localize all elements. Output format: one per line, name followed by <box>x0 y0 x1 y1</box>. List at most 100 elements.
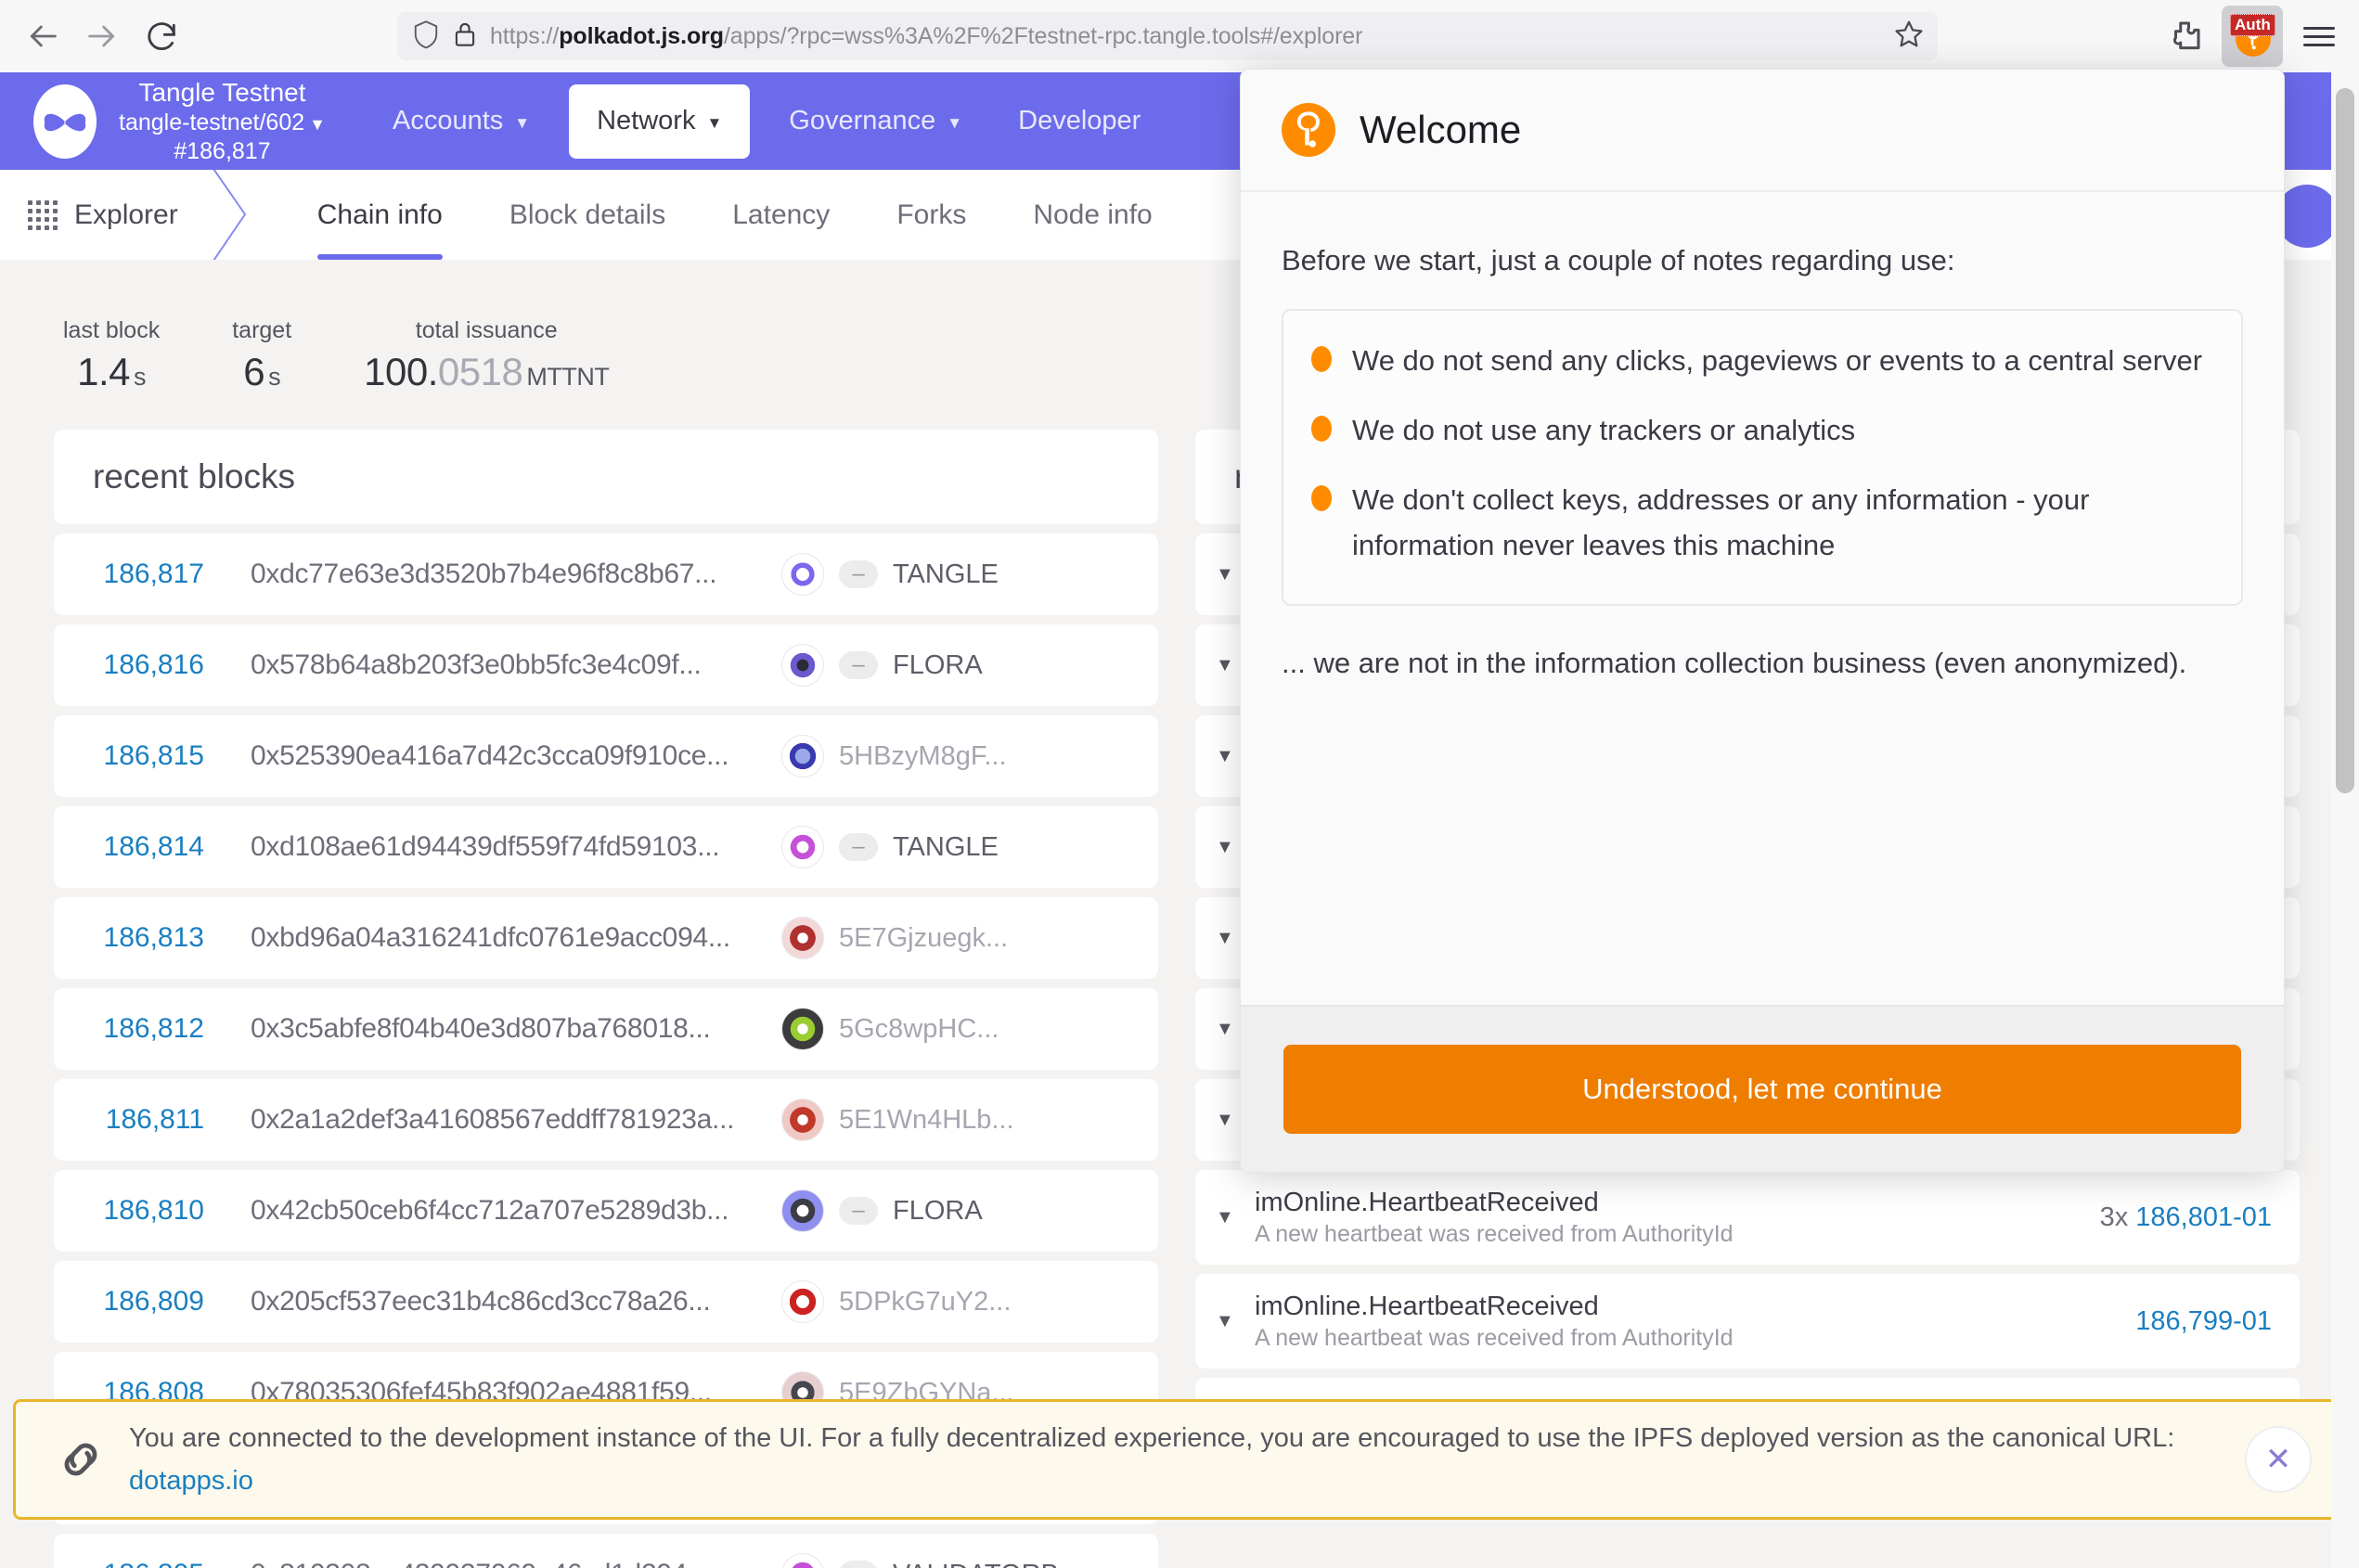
block-number[interactable]: 186,809 <box>54 1286 230 1317</box>
dotapps-link[interactable]: dotapps.io <box>129 1466 253 1496</box>
table-row[interactable]: 186,810 0x42cb50ceb6f4cc712a707e5289d3b.… <box>54 1170 1158 1252</box>
puzzle-piece-icon[interactable] <box>2155 6 2216 67</box>
table-row[interactable]: 186,815 0x525390ea416a7d42c3cca09f910ce.… <box>54 715 1158 797</box>
chevron-down-icon[interactable]: ▼ <box>1216 1207 1255 1228</box>
list-item[interactable]: ▼ imOnline.HeartbeatReceived A new heart… <box>1195 1170 2300 1265</box>
table-row[interactable]: 186,809 0x205cf537eec31b4c86cd3cc78a26..… <box>54 1261 1158 1343</box>
event-body: imOnline.HeartbeatReceived A new heartbe… <box>1255 1290 2135 1354</box>
close-icon[interactable]: ✕ <box>2245 1426 2312 1493</box>
auth-extension-icon[interactable]: Auth <box>2222 6 2283 67</box>
table-row[interactable]: 186,811 0x2a1a2def3a41608567eddff781923a… <box>54 1079 1158 1161</box>
address-bar-url: https://polkadot.js.org/apps/?rpc=wss%3A… <box>490 22 1363 49</box>
address-bar[interactable]: https://polkadot.js.org/apps/?rpc=wss%3A… <box>397 12 1938 60</box>
nav-item-label: Accounts <box>392 106 504 135</box>
tab-block-details[interactable]: Block details <box>476 170 699 260</box>
star-icon[interactable] <box>1893 19 1925 55</box>
event-body: imOnline.HeartbeatReceived A new heartbe… <box>1255 1186 2100 1250</box>
forward-arrow-icon[interactable] <box>72 6 132 66</box>
block-hash: 0x578b64a8b203f3e0bb5fc3e4c09f... <box>251 649 702 680</box>
modal-header: Welcome <box>1241 70 2284 192</box>
block-number[interactable]: 186,817 <box>54 559 230 590</box>
banner-message: You are connected to the development ins… <box>129 1422 2175 1453</box>
nav-item-governance[interactable]: Governance ▼ <box>761 72 990 170</box>
bullet-dot-icon <box>1311 415 1332 442</box>
table-row[interactable]: 186,814 0xd108ae61d94439df559f74fd59103.… <box>54 806 1158 888</box>
author-name: VALIDATORB <box>893 1560 1059 1568</box>
block-author: – TANGLE <box>768 553 1158 596</box>
identicon-icon <box>781 1189 824 1232</box>
identicon-icon <box>781 644 824 687</box>
chevron-down-icon: ▼ <box>514 113 531 132</box>
tab-chain-info[interactable]: Chain info <box>284 170 476 260</box>
modal-body: Before we start, just a couple of notes … <box>1241 192 2284 1005</box>
block-author: – FLORA <box>768 644 1158 687</box>
table-row[interactable]: 186,813 0xbd96a04a316241dfc0761e9acc094.… <box>54 897 1158 979</box>
account-button[interactable] <box>2275 185 2339 248</box>
table-row[interactable]: 186,805 0x810308ac439937069e46cd1d294 – … <box>54 1534 1158 1568</box>
block-author: 5DPkG7uY2... <box>768 1280 1158 1323</box>
understood-continue-button[interactable]: Understood, let me continue <box>1283 1045 2241 1134</box>
event-multiplier: 3x <box>2099 1202 2129 1232</box>
tangle-logo-icon[interactable] <box>26 83 104 161</box>
block-number[interactable]: 186,816 <box>54 649 230 681</box>
recent-blocks-panel: recent blocks 186,817 0xdc77e63e3d3520b7… <box>54 430 1158 1568</box>
block-hash: 0x525390ea416a7d42c3cca09f910ce... <box>251 740 729 771</box>
page-scrollbar-thumb[interactable] <box>2336 88 2354 793</box>
author-name: FLORA <box>893 649 983 680</box>
tab-latency[interactable]: Latency <box>699 170 863 260</box>
lock-icon[interactable] <box>453 19 477 54</box>
identicon-icon <box>781 1099 824 1141</box>
nav-item-label: Network <box>597 106 696 135</box>
block-hash: 0x42cb50ceb6f4cc712a707e5289d3b... <box>251 1195 729 1226</box>
event-block-ref[interactable]: 186,799-01 <box>2135 1306 2272 1337</box>
tab-forks[interactable]: Forks <box>863 170 999 260</box>
chain-block-number: #186,817 <box>174 137 271 164</box>
auth-extension-badge: Auth <box>2230 14 2275 57</box>
list-item[interactable]: ▼ imOnline.HeartbeatReceived A new heart… <box>1195 1274 2300 1369</box>
block-number[interactable]: 186,810 <box>54 1195 230 1227</box>
author-address: 5DPkG7uY2... <box>839 1286 1012 1317</box>
block-hash: 0x3c5abfe8f04b40e3d807ba768018... <box>251 1013 711 1044</box>
nav-item-developer[interactable]: Developer <box>990 72 1168 170</box>
chain-selector[interactable]: Tangle Testnet tangle-testnet/602 ▼ #186,… <box>119 77 326 165</box>
tabs: Chain info Block details Latency Forks N… <box>284 170 1186 260</box>
note-text: We do not use any trackers or analytics <box>1352 413 1856 446</box>
reload-icon[interactable] <box>132 6 191 66</box>
nav-item-label: Governance <box>789 106 936 135</box>
block-author: – VALIDATORB <box>768 1553 1158 1568</box>
identicon-icon <box>781 1280 824 1323</box>
block-number[interactable]: 186,814 <box>54 831 230 863</box>
event-block-ref[interactable]: 3x 186,801-01 <box>2100 1202 2272 1233</box>
nav-item-network[interactable]: Network ▼ <box>569 84 751 159</box>
bullet-dot-icon <box>1311 346 1332 372</box>
event-block-number[interactable]: 186,799-01 <box>2135 1306 2272 1336</box>
block-number[interactable]: 186,813 <box>54 922 230 954</box>
block-number[interactable]: 186,815 <box>54 740 230 772</box>
identicon-icon <box>781 1553 824 1568</box>
privacy-notes-box: We do not send any clicks, pageviews or … <box>1282 309 2243 606</box>
shield-icon[interactable] <box>412 19 440 55</box>
author-address: 5Gc8wpHC... <box>839 1013 999 1044</box>
block-number[interactable]: 186,805 <box>54 1559 230 1568</box>
chevron-down-icon[interactable]: ▼ <box>1216 1311 1255 1332</box>
hamburger-menu-icon[interactable] <box>2288 6 2350 67</box>
hamburger-lines <box>2303 26 2335 46</box>
identicon-icon <box>781 917 824 959</box>
table-row[interactable]: 186,816 0x578b64a8b203f3e0bb5fc3e4c09f..… <box>54 624 1158 706</box>
author-name: FLORA <box>893 1195 983 1226</box>
tab-node-info[interactable]: Node info <box>999 170 1185 260</box>
nav-item-accounts[interactable]: Accounts ▼ <box>365 72 558 170</box>
event-block-number[interactable]: 186,801-01 <box>2135 1202 2272 1232</box>
back-arrow-icon[interactable] <box>13 6 72 66</box>
event-name: imOnline.HeartbeatReceived <box>1255 1187 1599 1217</box>
block-hash: 0xbd96a04a316241dfc0761e9acc094... <box>251 922 730 953</box>
block-number[interactable]: 186,811 <box>54 1104 230 1136</box>
block-hash: 0xdc77e63e3d3520b7b4e96f8c8b67... <box>251 559 717 589</box>
stat-label: total issuance <box>415 317 558 343</box>
list-item: We don't collect keys, addresses or any … <box>1311 478 2204 569</box>
chain-name: Tangle Testnet <box>138 77 306 107</box>
identicon-icon <box>781 1008 824 1050</box>
table-row[interactable]: 186,812 0x3c5abfe8f04b40e3d807ba768018..… <box>54 988 1158 1070</box>
block-number[interactable]: 186,812 <box>54 1013 230 1045</box>
table-row[interactable]: 186,817 0xdc77e63e3d3520b7b4e96f8c8b67..… <box>54 533 1158 615</box>
